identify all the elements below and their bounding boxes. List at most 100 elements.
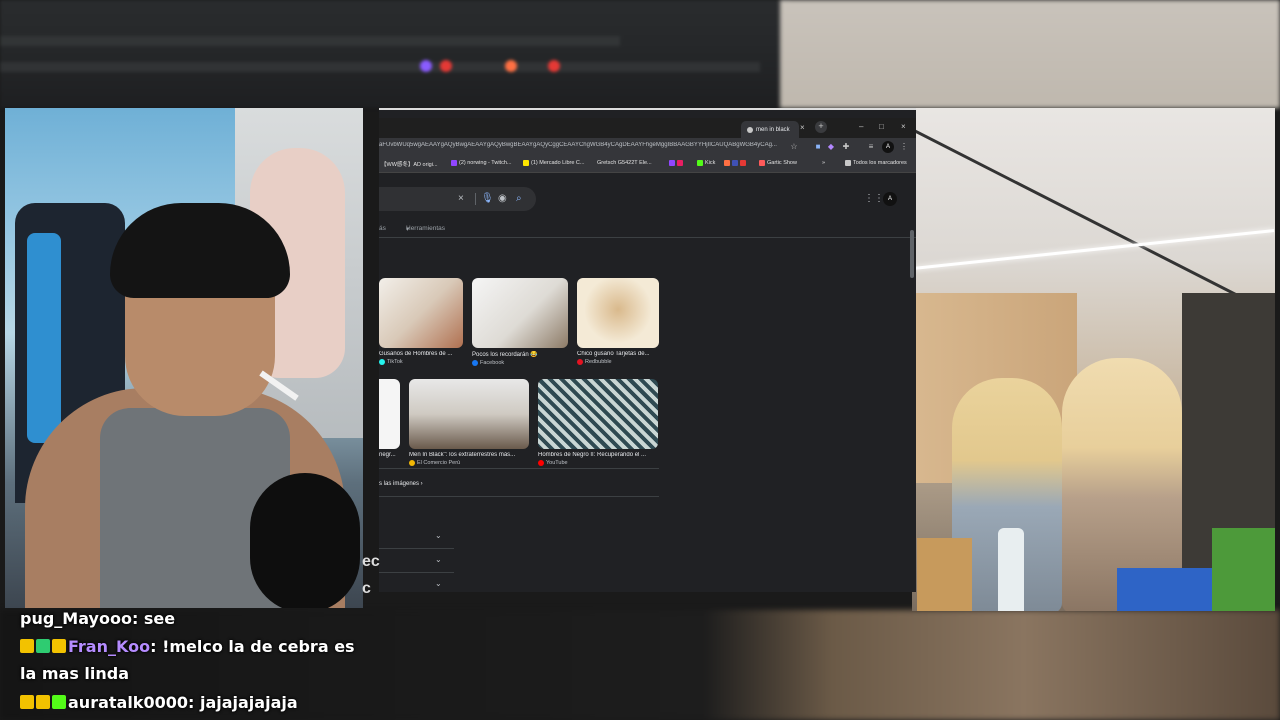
image-result[interactable]: Chico gusano Tarjetas de... Redbubble [577, 278, 659, 365]
people-also-ask-item[interactable]: ⌄ [379, 525, 454, 549]
minimize-button[interactable]: – [859, 122, 863, 131]
sub-badge-icon [36, 639, 50, 653]
google-results-page: × 🎙 ◉ ⌕ ⋮⋮ A ás Herramientas ▾ Gusanos d… [379, 173, 916, 592]
chat-text: la mas linda [20, 664, 130, 683]
chat-overflow-text: c [362, 580, 371, 597]
tiktok-icon [379, 359, 385, 365]
image-result[interactable]: Men In Black": los extraterrestres más..… [409, 379, 529, 466]
title-bar: men in black × + – □ × [379, 118, 916, 138]
app-icon [732, 160, 738, 166]
profile-avatar[interactable]: A [882, 141, 894, 153]
app-icon [740, 160, 746, 166]
image-result[interactable]: Pocos los recordarán 😂 Facebook [472, 278, 568, 366]
menu-kebab-icon[interactable]: ⋮ [899, 142, 909, 152]
twitch-icon [451, 160, 457, 166]
people-also-ask-item[interactable]: ⌄ [379, 573, 454, 592]
image-source: TikTok [379, 359, 463, 365]
kick-icon [697, 160, 703, 166]
blurred-icon [440, 60, 452, 72]
close-window-button[interactable]: × [901, 122, 906, 131]
image-source: Facebook [472, 360, 568, 366]
app-icon [677, 160, 683, 166]
video-frame [912, 108, 1275, 611]
image-thumbnail [379, 379, 400, 449]
chat-text: jajajajajaja [199, 693, 298, 712]
search-icon[interactable]: ⌕ [516, 193, 522, 204]
chevron-down-icon: ⌄ [435, 531, 442, 540]
address-bar[interactable]: aFUvbWUq5wgAEAAYgAQyBwgAEAAYgAQyBwgBEAAY… [379, 142, 779, 148]
ceiling-led [912, 229, 1275, 270]
scrollbar[interactable] [910, 230, 914, 278]
chat-text: !melco la de cebra es [162, 637, 355, 656]
image-result[interactable]: Hombres de Negro II: Recuperando el ... … [538, 379, 658, 466]
banana-badge-icon [36, 695, 50, 709]
blurred-toolbar [0, 36, 620, 46]
bookmark-item[interactable]: Gretsch G5422T Ele... [597, 160, 652, 166]
chevron-down-icon: ⌄ [435, 555, 442, 564]
account-avatar[interactable]: A [883, 192, 897, 206]
facebook-icon [472, 360, 478, 366]
google-icon [747, 126, 753, 133]
image-result[interactable]: negr... [379, 379, 400, 458]
extensions-puzzle-icon[interactable]: ✚ [841, 142, 851, 152]
divider [379, 468, 659, 469]
chair-stripe [27, 233, 61, 443]
chat-username: auratalk0000 [68, 693, 188, 712]
image-result[interactable]: Gusanos de Hombres de ... TikTok [379, 278, 463, 365]
microphone-icon[interactable]: 🎙 [481, 193, 494, 204]
image-title: Hombres de Negro II: Recuperando el ... [538, 452, 647, 458]
tab-close-icon[interactable]: × [800, 123, 805, 132]
chat-message: pug_Mayooo: see [20, 609, 175, 628]
downloads-icon[interactable]: ≡ [866, 142, 876, 152]
all-bookmarks[interactable]: Todos los marcadores [845, 160, 907, 166]
star-icon[interactable]: ☆ [789, 142, 799, 152]
image-thumbnail [472, 278, 568, 348]
image-source: El Comercio Perú [409, 460, 529, 466]
extension-icon[interactable]: ◆ [826, 142, 836, 152]
image-thumbnail [577, 278, 659, 348]
bookmark-icons[interactable] [669, 160, 683, 166]
browser-window: men in black × + – □ × aFUvbWUq5wgAEAAYg… [379, 108, 916, 592]
bookmark-item[interactable]: 【WW感冬】AD origi... [381, 160, 438, 168]
new-tab-button[interactable]: + [815, 121, 827, 133]
people-also-ask-item[interactable]: ⌄ [379, 549, 454, 573]
blurred-icon [548, 60, 560, 72]
see-all-images-link[interactable]: s las imágenes › [379, 481, 489, 495]
crown-badge-icon [20, 639, 34, 653]
clear-search-icon[interactable]: × [458, 193, 464, 204]
filter-more[interactable]: ás [379, 225, 386, 232]
filter-tools[interactable]: Herramientas ▾ [406, 225, 445, 233]
apps-grid-icon[interactable]: ⋮⋮ [864, 193, 884, 204]
bottle [998, 528, 1024, 611]
chat-colon: : [131, 609, 144, 628]
divider [475, 193, 476, 205]
image-title: Gusanos de Hombres de ... [379, 351, 453, 357]
image-title: negr... [379, 452, 396, 458]
image-title: Men In Black": los extraterrestres más..… [409, 452, 516, 458]
chat-colon: : [187, 693, 200, 712]
sub-badge-icon [52, 695, 66, 709]
blurred-room-background [780, 0, 1280, 108]
blurred-desktop-top [0, 0, 790, 108]
image-source: Redbubble [577, 359, 659, 365]
blurred-bookmarks [0, 62, 760, 72]
snacks [1212, 528, 1275, 611]
image-title: Chico gusano Tarjetas de... [577, 351, 650, 357]
bookmark-icons[interactable] [724, 160, 746, 166]
chat-username: Fran_Koo [68, 637, 151, 656]
bookmark-item[interactable]: Gartic Show [759, 160, 797, 166]
bookmark-item[interactable]: (2) norwing - Twitch... [451, 160, 511, 166]
extension-icon[interactable]: ■ [813, 142, 823, 152]
redbubble-icon [577, 359, 583, 365]
bookmark-item[interactable]: (1) Mercado Libre C... [523, 160, 585, 166]
bookmark-item[interactable]: Kick [697, 160, 715, 166]
image-title: Pocos los recordarán 😂 [472, 352, 538, 358]
image-thumbnail [538, 379, 658, 449]
tab-men-in-black[interactable]: men in black [741, 121, 799, 138]
bookmarks-overflow[interactable]: » [822, 160, 825, 166]
chat-overflow-text: ec [362, 553, 380, 570]
chat-colon: : [150, 637, 163, 656]
maximize-button[interactable]: □ [879, 122, 884, 131]
lens-icon[interactable]: ◉ [498, 193, 507, 204]
search-input[interactable]: × 🎙 ◉ ⌕ [379, 187, 536, 211]
